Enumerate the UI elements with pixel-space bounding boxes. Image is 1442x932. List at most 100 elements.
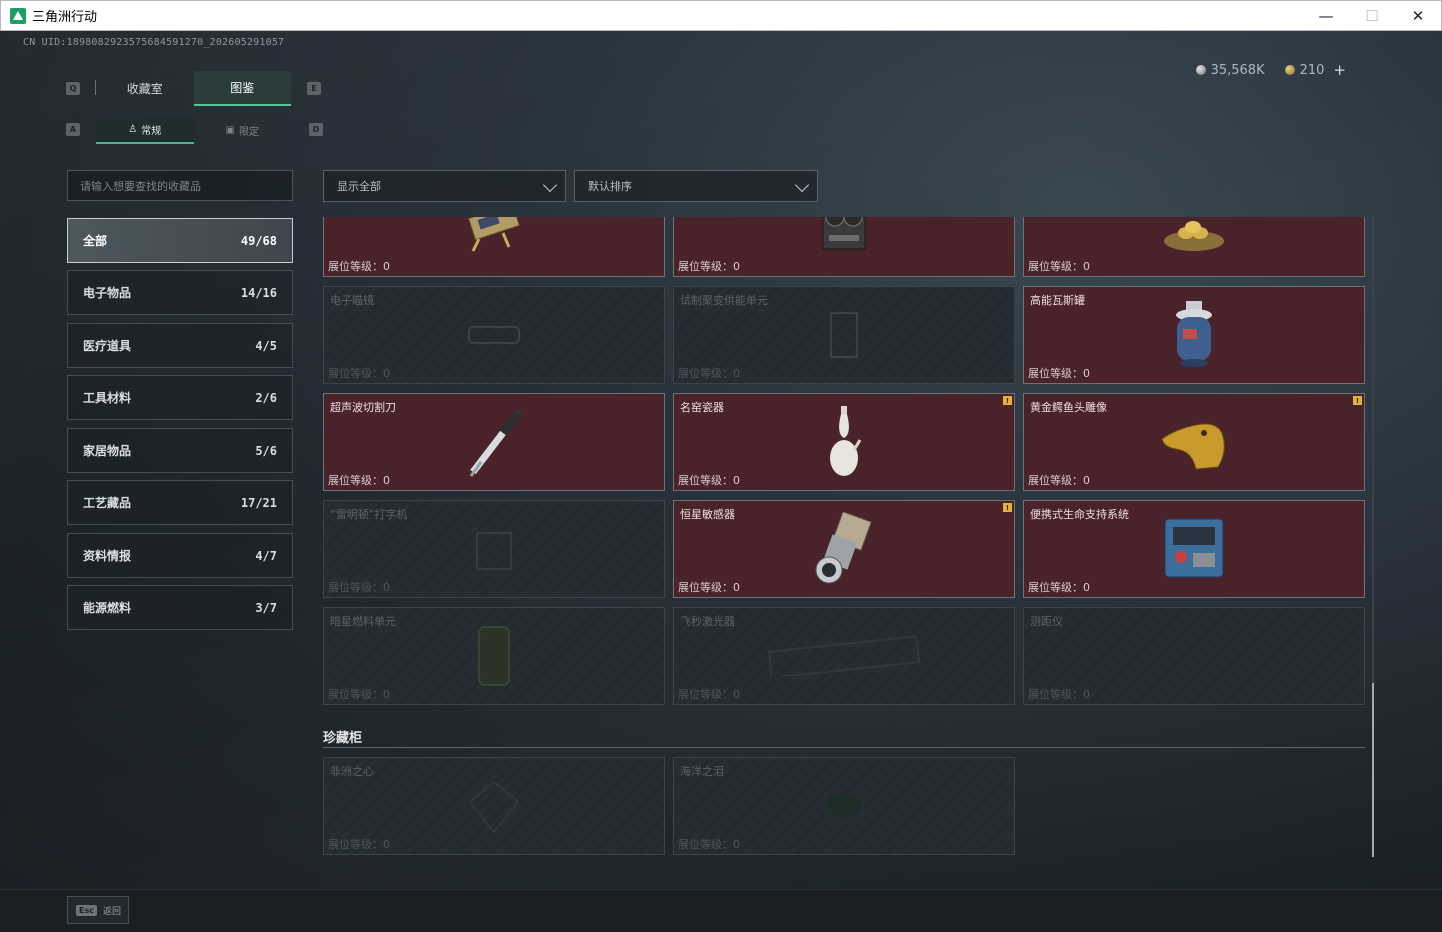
life-support-icon — [1159, 513, 1229, 589]
tape-recorder-icon — [809, 217, 879, 257]
category-household[interactable]: 家居物品 5/6 — [67, 428, 293, 473]
item-name: 飞秒激光器 — [680, 615, 735, 628]
new-indicator-icon: ! — [1353, 396, 1362, 405]
category-all[interactable]: 全部 49/68 — [67, 218, 293, 263]
sort-value: 默认排序 — [588, 180, 632, 193]
booth-level: 展位等级：0 — [1028, 260, 1090, 273]
gas-canister-icon — [1169, 299, 1219, 375]
category-intel[interactable]: 资料情报 4/7 — [67, 533, 293, 578]
category-label: 电子物品 — [83, 286, 132, 300]
collection-card[interactable]: 超声波切割刀 展位等级：0 — [323, 393, 665, 491]
key-hint-e: E — [307, 82, 321, 95]
silver-currency: 35,568K — [1195, 61, 1265, 79]
show-filter-value: 显示全部 — [337, 180, 381, 193]
collection-card[interactable]: 飞秒激光器 展位等级：0 — [673, 607, 1015, 705]
category-count: 49/68 — [240, 233, 277, 248]
booth-level: 展位等级：0 — [678, 367, 740, 380]
key-hint-a: A — [66, 123, 80, 136]
subtab-limited[interactable]: ▣ 限定 — [194, 117, 292, 144]
collection-card[interactable]: 电子瞄镜 展位等级：0 — [323, 286, 665, 384]
new-indicator-icon: ! — [1003, 503, 1012, 512]
category-label: 工具材料 — [83, 391, 132, 405]
diamond-icon — [464, 776, 524, 840]
silver-amount: 35,568K — [1210, 62, 1265, 78]
limited-icon: ▣ — [225, 125, 235, 136]
category-label: 资料情报 — [83, 549, 132, 563]
add-currency-button[interactable]: + — [1333, 61, 1346, 79]
show-filter-dropdown[interactable]: 显示全部 — [323, 170, 566, 202]
booth-level: 展位等级：0 — [328, 260, 390, 273]
currency-bar: 35,568K 210 + — [1195, 61, 1346, 79]
subtab-regular[interactable]: ♙ 常规 — [96, 117, 194, 144]
booth-level: 展位等级：0 — [678, 474, 740, 487]
item-name: 试制聚变供能单元 — [680, 294, 768, 307]
minimize-button[interactable]: — — [1303, 1, 1349, 30]
sort-dropdown[interactable]: 默认排序 — [574, 170, 818, 202]
collection-card[interactable]: 名窑瓷器 ! 展位等级：0 — [673, 393, 1015, 491]
collection-card[interactable]: 展位等级：0 — [323, 217, 665, 277]
footer-bar — [0, 889, 1442, 932]
search-input[interactable]: 请输入想要查找的收藏品 — [67, 170, 293, 201]
typewriter-icon — [469, 519, 519, 583]
category-electronics[interactable]: 电子物品 14/16 — [67, 270, 293, 315]
ultrasonic-blade-icon — [459, 406, 529, 482]
collection-grid: 展位等级：0 展位等级：0 展位等级：0 电子瞄镜 展位等级：0 试制聚变供能单… — [323, 217, 1373, 857]
collection-card[interactable]: 试制聚变供能单元 展位等级：0 — [673, 286, 1015, 384]
category-crafts[interactable]: 工艺藏品 17/21 — [67, 480, 293, 525]
regular-icon: ♙ — [128, 124, 138, 135]
tab-codex[interactable]: 图鉴 — [193, 71, 291, 106]
collection-card[interactable]: 展位等级：0 — [673, 217, 1015, 277]
category-count: 14/16 — [240, 285, 277, 300]
window-title: 三角洲行动 — [32, 10, 98, 25]
porcelain-vase-icon — [824, 404, 864, 484]
booth-level: 展位等级：0 — [1028, 367, 1090, 380]
treasure-card[interactable]: 海洋之泪 展位等级：0 — [673, 757, 1015, 855]
category-tools[interactable]: 工具材料 2/6 — [67, 375, 293, 420]
gold-currency[interactable]: 210 + — [1284, 61, 1346, 79]
item-name: 高能瓦斯罐 — [1030, 294, 1085, 307]
golden-croc-icon — [1156, 411, 1232, 477]
treasure-card[interactable]: 非洲之心 展位等级：0 — [323, 757, 665, 855]
item-name: “雷明顿”打字机 — [330, 508, 408, 521]
back-button[interactable]: Esc 返回 — [67, 896, 129, 924]
collection-card[interactable]: “雷明顿”打字机 展位等级：0 — [323, 500, 665, 598]
star-sensor-icon — [809, 511, 879, 590]
booth-level: 展位等级：0 — [328, 838, 390, 851]
laser-icon — [764, 635, 924, 680]
category-count: 2/6 — [255, 390, 277, 405]
item-name: 名窑瓷器 — [680, 401, 724, 414]
booth-level: 展位等级：0 — [328, 474, 390, 487]
tab-collection-room[interactable]: 收藏室 — [96, 71, 194, 106]
category-energy[interactable]: 能源燃料 3/7 — [67, 585, 293, 630]
sub-tabs: ♙ 常规 ▣ 限定 — [96, 117, 291, 144]
collection-card[interactable]: 高能瓦斯罐 展位等级：0 — [1023, 286, 1365, 384]
booth-level: 展位等级：0 — [678, 838, 740, 851]
booth-level: 展位等级：0 — [1028, 581, 1090, 594]
category-label: 医疗道具 — [83, 339, 132, 353]
maximize-button[interactable]: ☐ — [1349, 1, 1395, 30]
main-tabs: 收藏室 图鉴 — [96, 71, 291, 106]
collection-card[interactable]: 测距仪 展位等级：0 — [1023, 607, 1365, 705]
circuit-device-icon — [459, 217, 529, 257]
collection-card[interactable]: 便携式生命支持系统 展位等级：0 — [1023, 500, 1365, 598]
booth-level: 展位等级：0 — [1028, 688, 1090, 701]
category-medical[interactable]: 医疗道具 4/5 — [67, 323, 293, 368]
collection-card[interactable]: 黄金鳄鱼头雕像 ! 展位等级：0 — [1023, 393, 1365, 491]
app-logo-icon — [10, 7, 26, 24]
item-name: 黄金鳄鱼头雕像 — [1030, 401, 1107, 414]
window-controls: — ☐ ✕ — [1303, 1, 1441, 30]
category-label: 全部 — [83, 234, 108, 248]
item-name: 超声波切割刀 — [330, 401, 396, 414]
collection-card[interactable]: 暗星燃料单元 展位等级：0 — [323, 607, 665, 705]
booth-level: 展位等级：0 — [328, 688, 390, 701]
uid-text: CN UID:1898082923575684591270_2026052910… — [23, 37, 285, 48]
close-button[interactable]: ✕ — [1395, 1, 1441, 30]
category-label: 家居物品 — [83, 444, 132, 458]
collection-card[interactable]: 恒星敏感器 ! 展位等级：0 — [673, 500, 1015, 598]
collection-card[interactable]: 展位等级：0 — [1023, 217, 1365, 277]
item-name: 恒星敏感器 — [680, 508, 735, 521]
fusion-unit-icon — [819, 305, 869, 369]
category-count: 5/6 — [255, 443, 277, 458]
gem-icon — [819, 786, 869, 830]
scrollbar-thumb[interactable] — [1372, 683, 1374, 857]
